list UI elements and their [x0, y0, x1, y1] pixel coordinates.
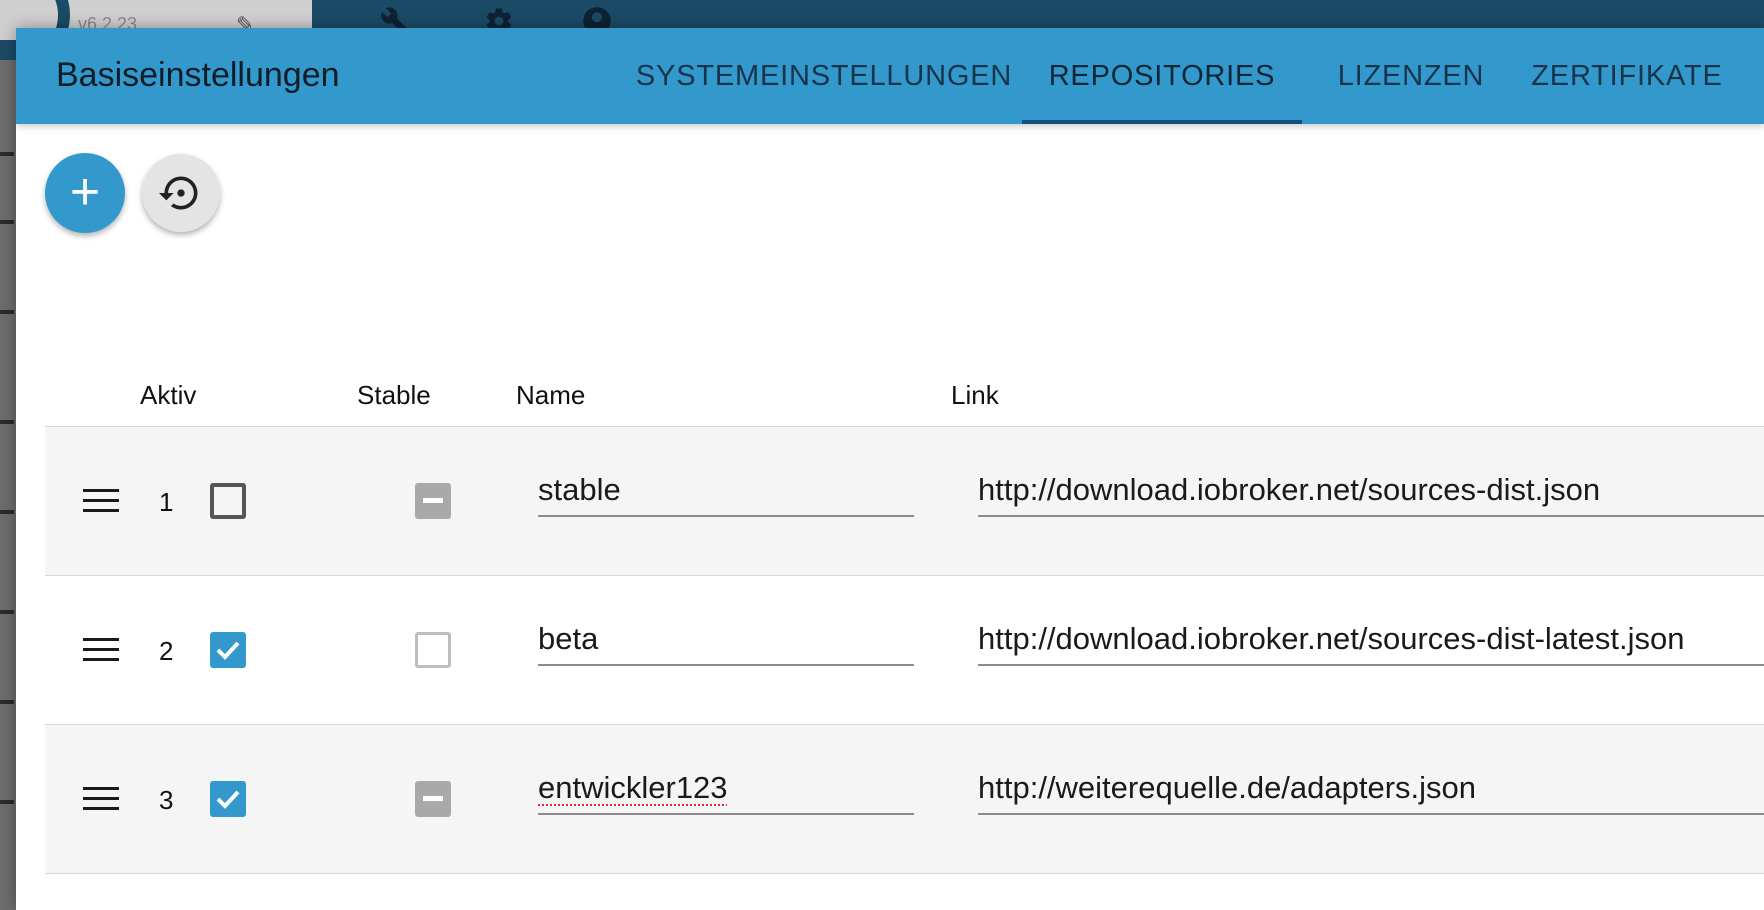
- name-input[interactable]: entwickler123: [538, 765, 914, 815]
- link-input[interactable]: http://download.iobroker.net/sources-dis…: [978, 467, 1764, 517]
- tab-repositories[interactable]: REPOSITORIES: [1022, 28, 1302, 124]
- table-row: 3 entwickler123 http://weiterequelle.de/…: [45, 725, 1764, 873]
- column-header-link: Link: [951, 380, 999, 410]
- drag-handle-icon[interactable]: [83, 787, 119, 811]
- active-checkbox[interactable]: [210, 483, 246, 519]
- row-divider: [45, 873, 1764, 874]
- row-number: 2: [159, 636, 174, 666]
- background-sidebar: [0, 60, 16, 910]
- name-input[interactable]: beta: [538, 616, 914, 666]
- tab-systemeinstellungen[interactable]: SYSTEMEINSTELLUNGEN: [614, 28, 1034, 124]
- active-checkbox[interactable]: [210, 781, 246, 817]
- tab-zertifikate[interactable]: ZERTIFIKATE: [1522, 28, 1732, 124]
- settings-dialog: Basiseinstellungen SYSTEMEINSTELLUNGEN R…: [16, 28, 1764, 910]
- dialog-header: Basiseinstellungen SYSTEMEINSTELLUNGEN R…: [16, 28, 1764, 124]
- checkmark-icon: [216, 641, 240, 660]
- name-input-text: entwickler123: [538, 770, 728, 805]
- column-header-stable: Stable: [357, 380, 431, 410]
- column-header-name: Name: [516, 380, 586, 410]
- active-checkbox[interactable]: [210, 632, 246, 668]
- link-input[interactable]: http://download.iobroker.net/sources-dis…: [978, 616, 1764, 666]
- row-number: 1: [159, 487, 174, 517]
- link-input[interactable]: http://weiterequelle.de/adapters.json: [978, 765, 1764, 815]
- tab-lizenzen[interactable]: LIZENZEN: [1326, 28, 1496, 124]
- restore-icon: [159, 176, 198, 210]
- column-header-active: Aktiv: [140, 380, 197, 410]
- drag-handle-icon[interactable]: [83, 638, 119, 662]
- active-tab-indicator: [1022, 120, 1302, 124]
- stable-checkbox[interactable]: [415, 483, 451, 519]
- add-repository-button[interactable]: +: [45, 153, 125, 233]
- table-row: 2 beta http://download.iobroker.net/sour…: [45, 576, 1764, 724]
- drag-handle-icon[interactable]: [83, 489, 119, 513]
- name-input[interactable]: stable: [538, 467, 914, 517]
- dialog-title: Basiseinstellungen: [56, 56, 340, 94]
- row-number: 3: [159, 785, 174, 815]
- table-row: 1 stable http://download.iobroker.net/so…: [45, 427, 1764, 575]
- checkmark-icon: [216, 790, 240, 809]
- stable-checkbox[interactable]: [415, 781, 451, 817]
- restore-defaults-button[interactable]: [142, 154, 220, 232]
- stable-checkbox[interactable]: [415, 632, 451, 668]
